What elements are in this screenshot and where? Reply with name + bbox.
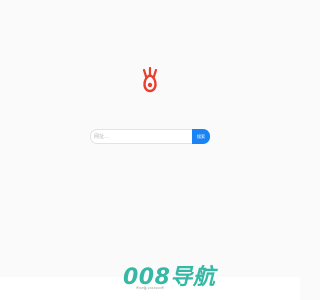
search-button[interactable]: 搜索 xyxy=(192,129,210,144)
site-logo[interactable] xyxy=(140,67,160,93)
brand-watermark: 008导航 xyxy=(123,265,216,290)
flame-q-logo-icon xyxy=(142,67,158,93)
page: 搜索 粤ICP备 2023000号 008导航 xyxy=(0,0,300,300)
search-form: 搜索 xyxy=(90,129,210,144)
search-input[interactable] xyxy=(90,129,192,144)
